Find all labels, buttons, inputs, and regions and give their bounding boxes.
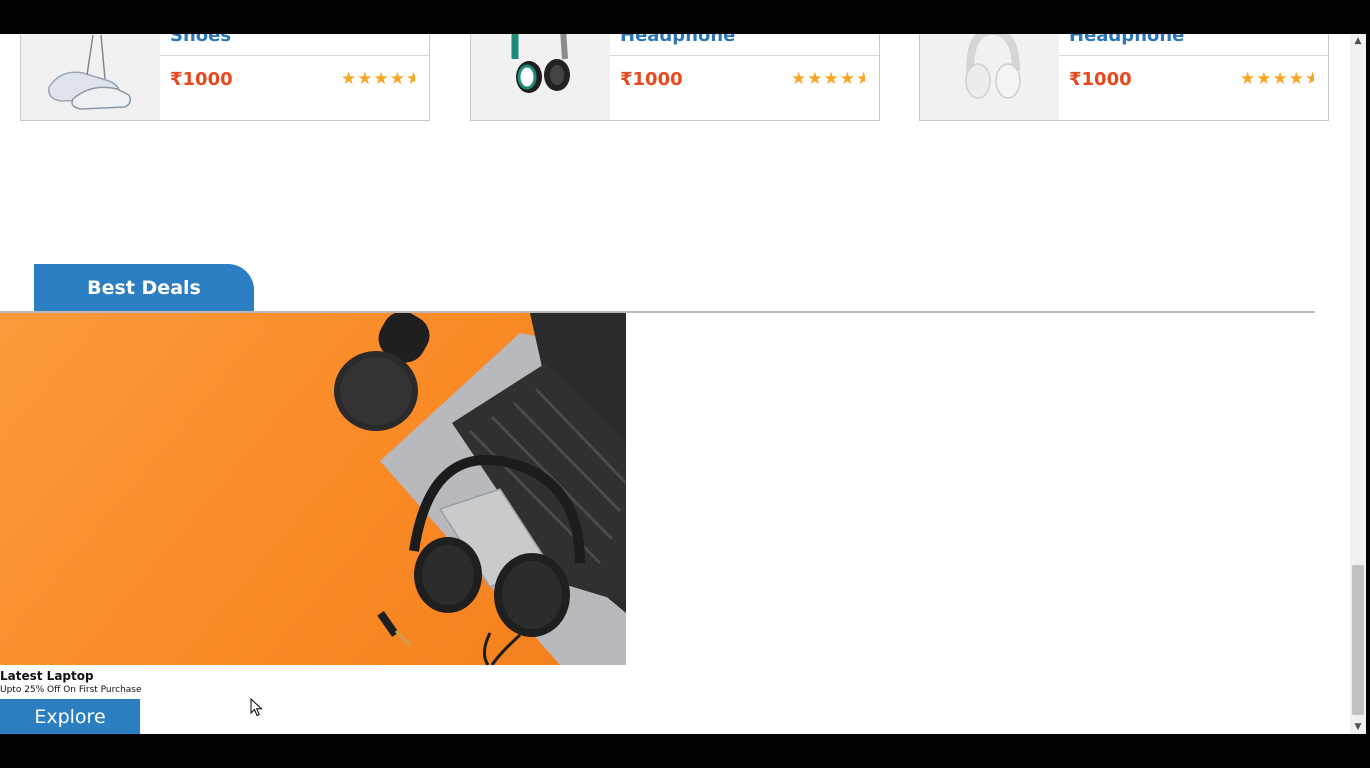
letterbox-top xyxy=(0,0,1370,34)
banner-title: Latest Laptop xyxy=(0,669,94,683)
page-viewport: Shoes ₹1000 ★★★★★ Headphone ₹1000 ★★★★★ xyxy=(0,34,1350,734)
scroll-down-arrow-icon[interactable]: ▼ xyxy=(1350,720,1366,734)
star-icon: ★★★★ xyxy=(1240,69,1305,89)
best-deals-tab[interactable]: Best Deals xyxy=(34,264,254,312)
scrollbar-thumb[interactable] xyxy=(1352,565,1364,715)
product-card[interactable]: Shoes ₹1000 ★★★★★ xyxy=(20,34,430,121)
star-icon: ★★★★ xyxy=(341,69,406,89)
star-rating: ★★★★★ xyxy=(791,69,865,89)
half-star-icon: ★ xyxy=(856,69,865,89)
product-price: ₹1000 xyxy=(1069,69,1132,90)
product-price: ₹1000 xyxy=(620,69,683,90)
half-star-icon: ★ xyxy=(1305,69,1314,89)
banner-subtitle: Upto 25% Off On First Purchase xyxy=(0,685,142,695)
card-divider xyxy=(160,55,429,56)
product-card[interactable]: Headphone ₹1000 ★★★★★ xyxy=(919,34,1329,121)
product-name[interactable]: Shoes xyxy=(170,34,231,46)
card-divider xyxy=(1059,55,1328,56)
mouse-cursor-icon xyxy=(250,698,263,717)
star-rating: ★★★★★ xyxy=(1240,69,1314,89)
product-price: ₹1000 xyxy=(170,69,233,90)
scroll-up-arrow-icon[interactable]: ▲ xyxy=(1350,34,1366,48)
headphone-image[interactable] xyxy=(471,34,610,120)
half-star-icon: ★ xyxy=(406,69,415,89)
laptop-headphones-microphone-image[interactable] xyxy=(0,313,626,665)
card-divider xyxy=(610,55,879,56)
vertical-scrollbar[interactable]: ▲ ▼ xyxy=(1350,34,1366,734)
explore-button[interactable]: Explore xyxy=(0,699,140,734)
product-name[interactable]: Headphone xyxy=(620,34,735,46)
white-headphone-image[interactable] xyxy=(920,34,1059,120)
letterbox-bottom xyxy=(0,734,1370,768)
star-icon: ★★★★ xyxy=(791,69,856,89)
product-card[interactable]: Headphone ₹1000 ★★★★★ xyxy=(470,34,880,121)
star-rating: ★★★★★ xyxy=(341,69,415,89)
sneakers-image[interactable] xyxy=(21,34,160,120)
right-gutter xyxy=(1366,34,1370,734)
product-name[interactable]: Headphone xyxy=(1069,34,1184,46)
